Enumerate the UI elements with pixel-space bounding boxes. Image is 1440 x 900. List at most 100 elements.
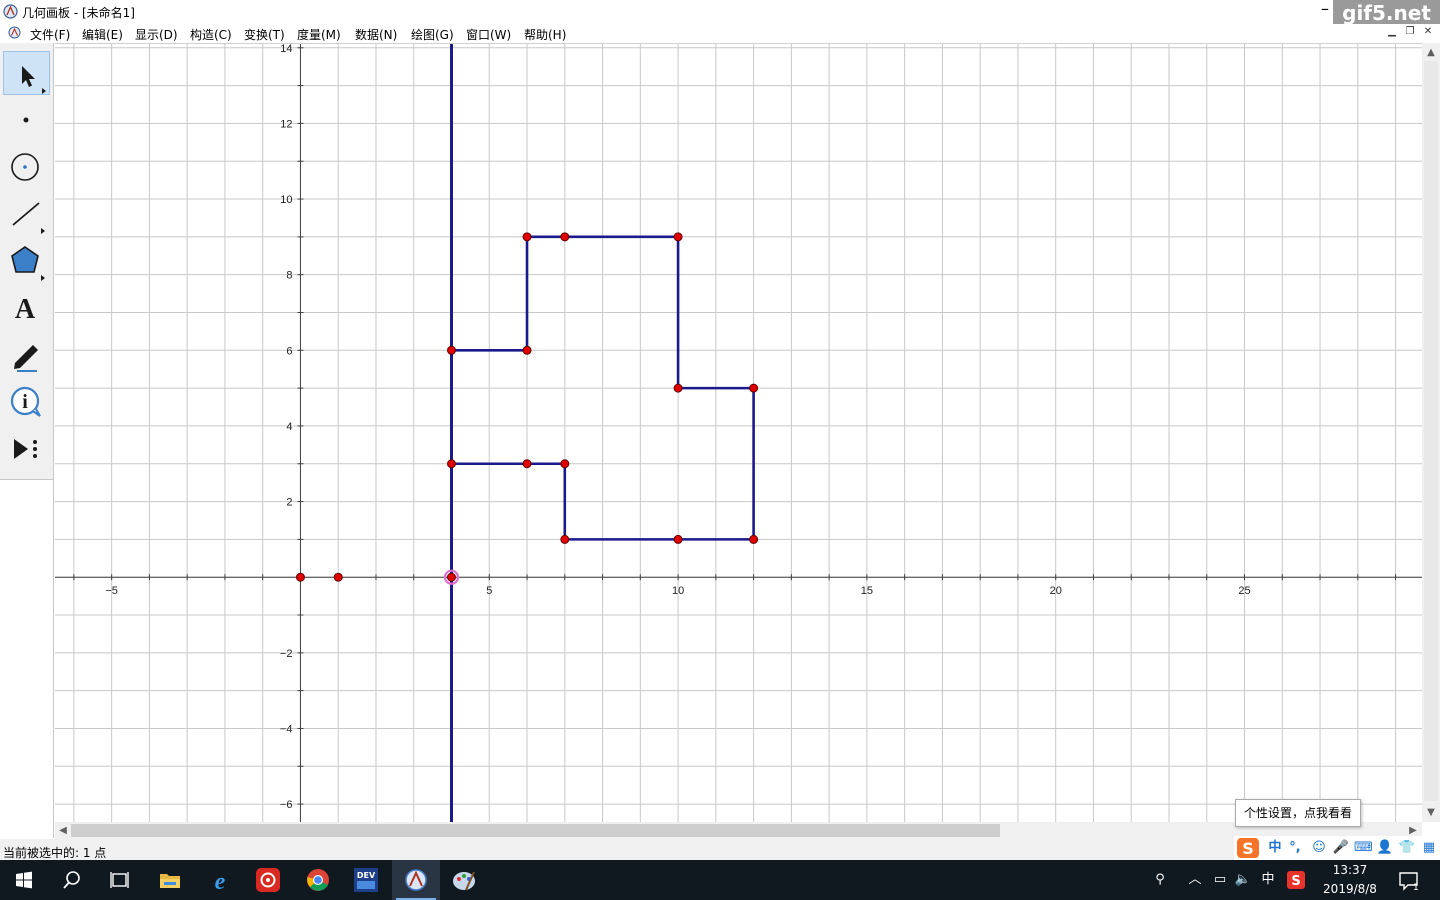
selection-arrow-tool[interactable] xyxy=(3,51,50,95)
compass-tool[interactable] xyxy=(3,145,50,189)
status-bar: 当前被选中的: 1 点 xyxy=(0,839,1440,860)
menu-data[interactable]: 数据(N) xyxy=(355,26,397,43)
y-tick-label: −6 xyxy=(280,799,293,811)
sketchpad-taskbar-icon xyxy=(405,869,427,891)
paint-app-button[interactable] xyxy=(440,860,488,900)
svg-text:DEV: DEV xyxy=(357,871,376,880)
search-button[interactable] xyxy=(48,860,96,900)
network-icon[interactable]: ▭ xyxy=(1210,871,1230,889)
task-view-icon xyxy=(110,872,129,888)
clock-time[interactable]: 13:37 xyxy=(1320,863,1380,877)
geometers-sketchpad-button[interactable] xyxy=(392,860,440,900)
scroll-left-arrow[interactable]: ◀ xyxy=(55,822,71,839)
ime-punctuation-icon[interactable]: °, xyxy=(1286,839,1304,857)
point xyxy=(333,572,343,582)
ime-toolbar: S 中 °, ☺ 🎤 ⌨ 👤 👕 ▦ xyxy=(1234,836,1440,860)
notification-center-icon[interactable]: 1 xyxy=(1398,870,1420,892)
straightedge-tool[interactable] xyxy=(3,192,50,236)
menu-graph[interactable]: 绘图(G) xyxy=(411,26,454,43)
start-button[interactable] xyxy=(0,860,48,900)
ie-edge-icon: e xyxy=(215,869,226,892)
ime-user-icon[interactable]: 👤 xyxy=(1376,839,1394,857)
horizontal-scroll-thumb[interactable] xyxy=(71,824,1000,837)
point xyxy=(560,232,570,242)
dev-cpp-button[interactable]: DEV xyxy=(342,860,390,900)
netease-music-icon xyxy=(256,868,280,892)
point xyxy=(522,459,532,469)
menu-window[interactable]: 窗口(W) xyxy=(466,26,511,43)
text-a-icon: A xyxy=(15,294,36,325)
scroll-down-arrow[interactable]: ▼ xyxy=(1422,805,1440,821)
sogou-logo-icon[interactable]: S xyxy=(1236,837,1260,859)
ime-keyboard-icon[interactable]: ⌨ xyxy=(1354,839,1373,857)
menu-measure[interactable]: 度量(M) xyxy=(297,26,341,43)
title-bar: 几何画板 - [未命名1] – gif5.net xyxy=(0,0,1440,27)
y-tick-label: 14 xyxy=(280,44,292,55)
tray-overflow-chevron-icon[interactable]: ︿ xyxy=(1186,871,1204,889)
chrome-button[interactable] xyxy=(294,860,342,900)
point xyxy=(295,572,305,582)
people-icon[interactable]: ⚲ xyxy=(1150,871,1170,889)
x-tick-label: 20 xyxy=(1050,585,1062,597)
ime-toolbox-icon[interactable]: ▦ xyxy=(1420,839,1438,857)
menu-edit[interactable]: 编辑(E) xyxy=(82,26,123,43)
y-tick-label: 10 xyxy=(280,194,292,206)
volume-icon[interactable]: 🔈 xyxy=(1233,871,1253,889)
information-tool[interactable]: i xyxy=(3,380,50,424)
point xyxy=(560,534,570,544)
doc-minimize-button[interactable]: ▁ xyxy=(1384,25,1400,39)
point xyxy=(522,232,532,242)
menu-construct[interactable]: 构造(C) xyxy=(190,26,232,43)
task-view-button[interactable] xyxy=(96,860,144,900)
taskbar: e DEV ⚲ ︿ ▭ 🔈 中 S 1 xyxy=(0,860,1440,900)
point xyxy=(749,383,759,393)
menu-transform[interactable]: 变换(T) xyxy=(244,26,285,43)
document-window-controls: ▁ ❐ ✕ xyxy=(1384,25,1440,41)
vertical-scroll-thumb[interactable] xyxy=(1424,61,1438,801)
minimize-button[interactable]: – xyxy=(1316,1,1334,20)
marker-tool[interactable] xyxy=(3,333,50,377)
ime-voice-icon[interactable]: 🎤 xyxy=(1332,839,1350,857)
custom-tool[interactable] xyxy=(3,427,50,471)
netease-music-button[interactable] xyxy=(244,860,292,900)
doc-close-button[interactable]: ✕ xyxy=(1420,25,1436,39)
y-tick-label: 2 xyxy=(286,497,292,509)
point-tool[interactable] xyxy=(3,98,50,142)
input-language-indicator[interactable]: 中 xyxy=(1258,871,1278,889)
menu-file[interactable]: 文件(F) xyxy=(30,26,70,43)
ime-emoji-icon[interactable]: ☺ xyxy=(1310,839,1328,857)
y-tick-label: 6 xyxy=(286,345,292,357)
ime-tooltip[interactable]: 个性设置，点我看看 xyxy=(1235,799,1361,827)
point xyxy=(447,459,457,469)
ime-mode-chinese[interactable]: 中 xyxy=(1266,839,1284,857)
menu-help[interactable]: 帮助(H) xyxy=(524,26,566,43)
watermark: gif5.net xyxy=(1333,0,1440,27)
horizontal-scrollbar[interactable]: ◀ ▶ xyxy=(55,822,1422,839)
point xyxy=(447,572,457,582)
sketchpad-app-icon xyxy=(3,4,18,19)
menu-display[interactable]: 显示(D) xyxy=(135,26,178,43)
file-explorer-button[interactable] xyxy=(146,860,194,900)
x-tick-label: 10 xyxy=(672,585,684,597)
coordinate-plane[interactable]: −5 5 10 15 20 25 −6 −4 −2 2 4 6 8 10 12 14 xyxy=(55,44,1422,822)
scroll-up-arrow[interactable]: ▲ xyxy=(1422,45,1440,61)
polygon-tool[interactable] xyxy=(3,239,50,283)
edge-browser-button[interactable]: e xyxy=(196,860,244,900)
custom-tools-icon xyxy=(14,439,37,459)
y-tick-label: −4 xyxy=(280,723,293,735)
menu-bar: 文件(F) 编辑(E) 显示(D) 构造(C) 变换(T) 度量(M) 数据(N… xyxy=(0,24,1440,43)
search-icon xyxy=(63,871,80,889)
sogou-tray-icon[interactable]: S xyxy=(1286,870,1306,890)
x-tick-label: 15 xyxy=(861,585,873,597)
doc-restore-button[interactable]: ❐ xyxy=(1402,25,1418,39)
chrome-icon xyxy=(307,869,329,891)
x-tick-label: 25 xyxy=(1238,585,1250,597)
y-tick-label: 8 xyxy=(286,270,292,282)
ime-skin-icon[interactable]: 👕 xyxy=(1398,839,1416,857)
document-icon[interactable] xyxy=(8,26,21,39)
clock-date[interactable]: 2019/8/8 xyxy=(1320,882,1380,896)
text-tool[interactable]: A xyxy=(3,286,50,330)
vertical-scrollbar[interactable]: ▲ ▼ xyxy=(1422,43,1440,822)
sketch-canvas[interactable]: −5 5 10 15 20 25 −6 −4 −2 2 4 6 8 10 12 14 xyxy=(55,43,1422,822)
y-tick-label: −2 xyxy=(280,648,293,660)
